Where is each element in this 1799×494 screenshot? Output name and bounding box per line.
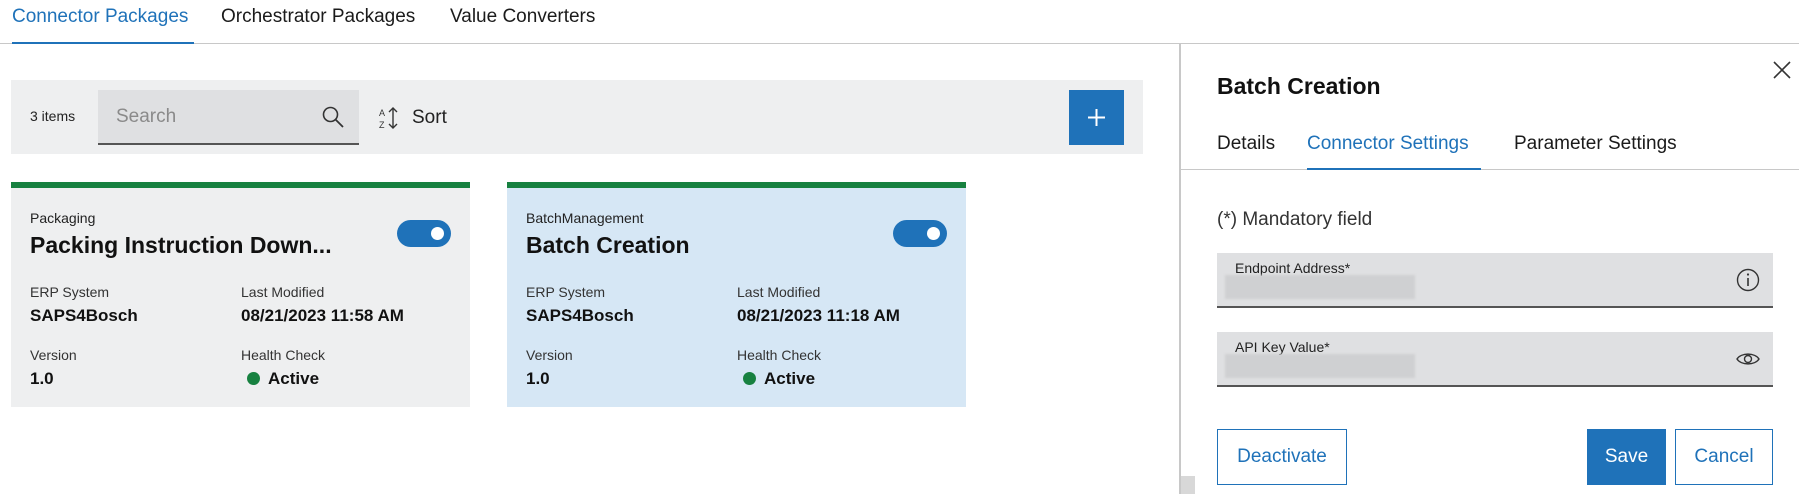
card-category: BatchManagement (526, 210, 644, 226)
endpoint-address-value-redacted (1225, 275, 1415, 299)
svg-text:Z: Z (379, 120, 385, 129)
last-modified-label: Last Modified (241, 284, 325, 300)
status-dot-icon (247, 372, 260, 385)
save-button[interactable]: Save (1587, 429, 1666, 485)
health-check-label: Health Check (241, 347, 326, 363)
sort-button[interactable]: A Z Sort (379, 103, 447, 133)
panel-tabs: Details Connector Settings Parameter Set… (1181, 125, 1799, 170)
close-icon[interactable] (1772, 60, 1792, 80)
mandatory-note: (*) Mandatory field (1217, 209, 1373, 230)
cancel-button[interactable]: Cancel (1675, 429, 1773, 485)
endpoint-address-label: Endpoint Address* (1235, 260, 1351, 276)
tab-details[interactable]: Details (1217, 133, 1275, 170)
tab-value-converters[interactable]: Value Converters (450, 6, 595, 44)
tab-connector-packages[interactable]: Connector Packages (12, 6, 194, 44)
erp-system-label: ERP System (526, 284, 606, 300)
panel-title: Batch Creation (1217, 73, 1381, 99)
sort-az-icon: A Z (379, 107, 398, 129)
health-check-value: Active (268, 369, 320, 388)
tab-parameter-settings[interactable]: Parameter Settings (1514, 133, 1677, 170)
erp-system-value: SAPS4Bosch (526, 306, 634, 325)
search-icon[interactable] (321, 105, 345, 129)
erp-system-label: ERP System (30, 284, 110, 300)
search-box[interactable] (98, 90, 359, 145)
package-card[interactable]: Packaging Packing Instruction Down... ER… (11, 182, 470, 407)
info-icon[interactable] (1735, 267, 1761, 293)
package-tabs: Connector Packages Orchestrator Packages… (0, 0, 1799, 44)
enable-toggle[interactable] (397, 220, 451, 247)
add-package-button[interactable] (1069, 90, 1124, 145)
last-modified-value: 08/21/2023 11:58 AM (241, 306, 404, 325)
erp-system-value: SAPS4Bosch (30, 306, 138, 325)
api-key-field[interactable]: API Key Value* (1217, 332, 1773, 387)
card-title: Packing Instruction Down... (30, 232, 332, 258)
card-category: Packaging (30, 210, 96, 226)
endpoint-address-field[interactable]: Endpoint Address* (1217, 253, 1773, 308)
enable-toggle[interactable] (893, 220, 947, 247)
tab-orchestrator-packages[interactable]: Orchestrator Packages (221, 6, 415, 44)
health-status: Active (247, 369, 319, 389)
last-modified-value: 08/21/2023 11:18 AM (737, 306, 900, 325)
scrollbar[interactable] (1181, 476, 1195, 494)
api-key-label: API Key Value* (1235, 339, 1330, 355)
eye-icon[interactable] (1735, 346, 1761, 372)
health-status: Active (743, 369, 815, 389)
card-title: Batch Creation (526, 232, 690, 258)
health-check-value: Active (764, 369, 816, 388)
items-count: 3 items (30, 108, 76, 124)
plus-icon (1088, 109, 1105, 126)
deactivate-button[interactable]: Deactivate (1217, 429, 1347, 485)
version-label: Version (30, 347, 77, 363)
panel-divider (1179, 44, 1181, 494)
search-input[interactable] (98, 90, 308, 143)
version-label: Version (526, 347, 573, 363)
status-dot-icon (743, 372, 756, 385)
health-check-label: Health Check (737, 347, 822, 363)
package-card-selected[interactable]: BatchManagement Batch Creation ERP Syste… (507, 182, 966, 407)
tab-connector-settings[interactable]: Connector Settings (1307, 133, 1481, 170)
list-toolbar: 3 items A Z Sort (11, 80, 1143, 154)
sort-label: Sort (412, 107, 447, 128)
version-value: 1.0 (30, 369, 54, 388)
version-value: 1.0 (526, 369, 550, 388)
last-modified-label: Last Modified (737, 284, 821, 300)
api-key-value-redacted (1225, 354, 1415, 378)
svg-text:A: A (379, 108, 385, 118)
